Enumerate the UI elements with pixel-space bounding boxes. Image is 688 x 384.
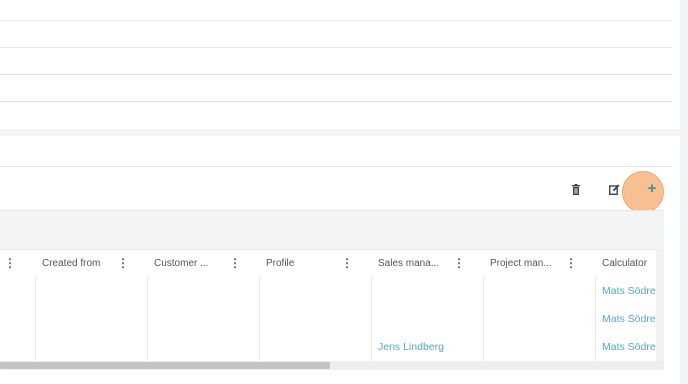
- add-button[interactable]: +: [643, 180, 661, 198]
- table-row[interactable]: Mats Södre: [0, 277, 656, 306]
- column-header-calculator[interactable]: Calculator: [596, 250, 656, 278]
- calculator-cell[interactable]: Mats Södre: [596, 277, 656, 305]
- column-menu-icon[interactable]: ⋮: [453, 250, 465, 278]
- plus-icon: +: [647, 180, 657, 197]
- column-divider: [259, 277, 260, 361]
- divider: [0, 101, 672, 102]
- vertical-scrollbar[interactable]: [656, 249, 664, 361]
- column-header-customer[interactable]: Customer ...: [148, 250, 226, 278]
- top-panel: [0, 0, 680, 129]
- edit-button[interactable]: [605, 180, 623, 198]
- toolbar-divider: [0, 166, 672, 167]
- column-divider: [483, 277, 484, 361]
- divider: [0, 47, 672, 48]
- edit-icon: [608, 184, 620, 195]
- column-menu-icon[interactable]: ⋮: [117, 250, 129, 278]
- column-divider: [147, 277, 148, 361]
- column-header-project-manager[interactable]: Project man...: [484, 250, 562, 278]
- column-header-profile[interactable]: Profile: [260, 250, 338, 278]
- column-menu-icon[interactable]: ⋮: [565, 250, 577, 278]
- column-divider: [371, 277, 372, 361]
- delete-button[interactable]: [567, 180, 585, 198]
- table-row[interactable]: Jens Lindberg Mats Södre: [0, 333, 656, 362]
- trash-icon: [571, 183, 581, 195]
- divider: [0, 20, 672, 21]
- column-menu-icon[interactable]: ⋮: [229, 250, 241, 278]
- divider: [0, 74, 672, 75]
- column-divider: [595, 277, 596, 361]
- calculator-cell[interactable]: Mats Södre: [596, 333, 656, 361]
- sales-manager-cell[interactable]: Jens Lindberg: [372, 333, 484, 361]
- column-divider: [35, 277, 36, 361]
- table-row[interactable]: Mats Södre: [0, 305, 656, 334]
- column-header-created-from[interactable]: Created from: [36, 250, 114, 278]
- column-menu-icon[interactable]: ⋮: [4, 250, 16, 278]
- group-by-area: [0, 210, 664, 249]
- column-header-sales-manager[interactable]: Sales mana...: [372, 250, 450, 278]
- horizontal-scrollbar-thumb[interactable]: [0, 362, 330, 369]
- calculator-cell[interactable]: Mats Södre: [596, 305, 656, 333]
- header-row: ⋮ Created from ⋮ Customer ... ⋮ Profile …: [0, 249, 656, 279]
- column-menu-icon[interactable]: ⋮: [341, 250, 353, 278]
